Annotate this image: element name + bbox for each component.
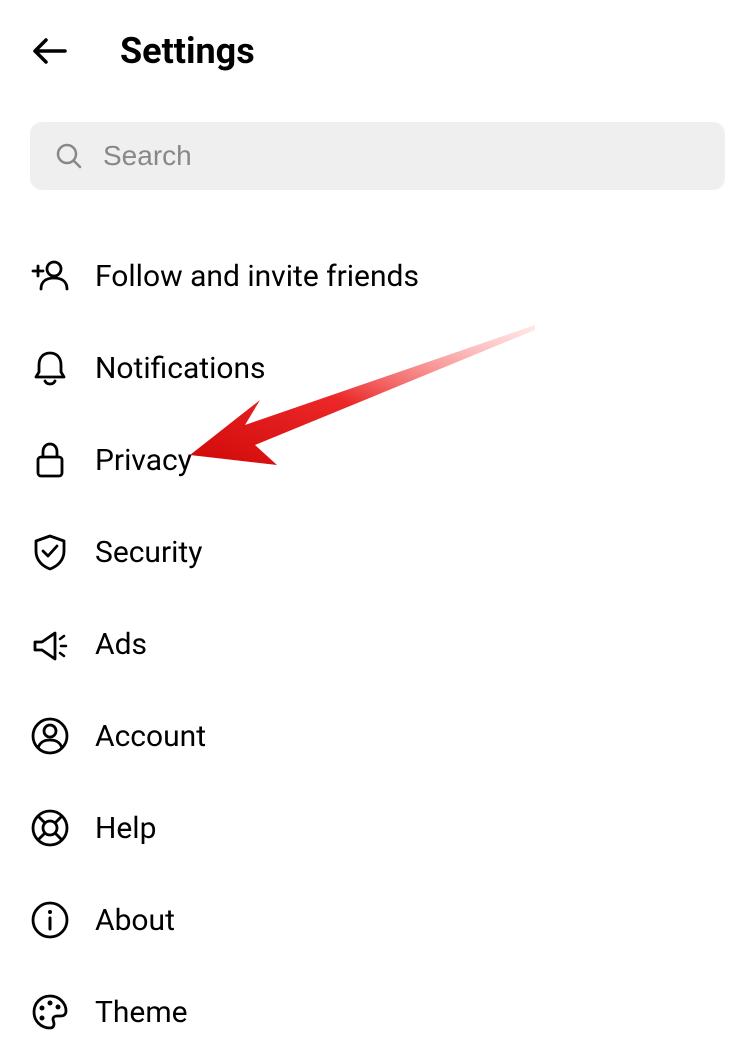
palette-icon bbox=[30, 992, 70, 1032]
lifebuoy-icon bbox=[30, 808, 70, 848]
bell-icon bbox=[30, 348, 70, 388]
menu-item-help[interactable]: Help bbox=[30, 782, 725, 874]
arrow-left-icon bbox=[30, 31, 70, 71]
menu-label: Notifications bbox=[95, 351, 266, 386]
menu-item-follow-invite[interactable]: Follow and invite friends bbox=[30, 230, 725, 322]
menu-item-ads[interactable]: Ads bbox=[30, 598, 725, 690]
search-box[interactable] bbox=[30, 122, 725, 190]
menu-item-notifications[interactable]: Notifications bbox=[30, 322, 725, 414]
menu-item-security[interactable]: Security bbox=[30, 506, 725, 598]
menu-label: Privacy bbox=[95, 443, 192, 478]
search-container bbox=[0, 92, 755, 210]
menu-label: Ads bbox=[95, 627, 147, 662]
add-person-icon bbox=[30, 256, 70, 296]
menu-label: Follow and invite friends bbox=[95, 259, 419, 294]
menu-label: Help bbox=[95, 811, 156, 846]
search-icon bbox=[55, 142, 83, 170]
back-button[interactable] bbox=[30, 31, 70, 71]
person-circle-icon bbox=[30, 716, 70, 756]
menu-item-theme[interactable]: Theme bbox=[30, 966, 725, 1058]
megaphone-icon bbox=[30, 624, 70, 664]
menu-label: Account bbox=[95, 719, 206, 754]
menu-label: Theme bbox=[95, 995, 188, 1030]
shield-icon bbox=[30, 532, 70, 572]
menu-item-privacy[interactable]: Privacy bbox=[30, 414, 725, 506]
settings-menu: Follow and invite friends Notifications … bbox=[0, 210, 755, 1058]
info-icon bbox=[30, 900, 70, 940]
menu-item-about[interactable]: About bbox=[30, 874, 725, 966]
menu-item-account[interactable]: Account bbox=[30, 690, 725, 782]
menu-label: Security bbox=[95, 535, 202, 570]
lock-icon bbox=[30, 440, 70, 480]
header: Settings bbox=[0, 0, 755, 92]
search-input[interactable] bbox=[103, 140, 700, 172]
menu-label: About bbox=[95, 903, 175, 938]
page-title: Settings bbox=[120, 30, 255, 72]
